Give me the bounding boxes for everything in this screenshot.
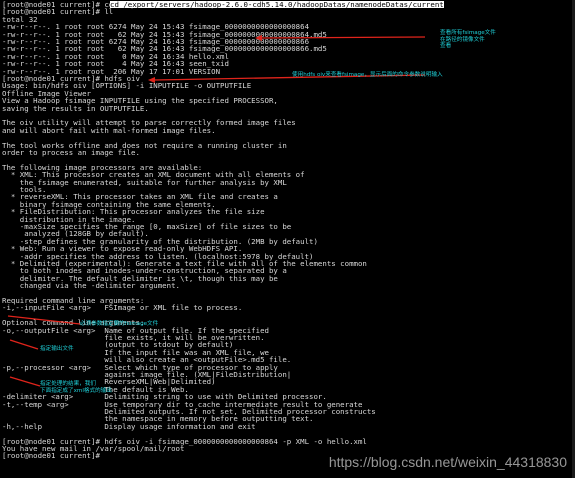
annotation-input-file: 必须参数指定要的fsimage文件 (80, 321, 159, 327)
arrow-1 (261, 36, 426, 39)
annotation-output-file: 指定输出文件 (40, 346, 74, 352)
annotation-arrows (7, 35, 426, 387)
arrowhead-2 (148, 77, 155, 83)
arrowhead-1 (255, 35, 262, 41)
arrow-5 (9, 376, 41, 387)
terminal-window[interactable]: [root@node01 current]# cd /export/server… (0, 0, 575, 478)
arrow-3 (7, 315, 81, 325)
watermark: https://blog.csdn.net/weixin_44318830 (328, 453, 567, 470)
arrow-4 (9, 339, 39, 350)
annotation-fsimage-list: 查看所有fsimage文件 在路径的镜像文件 查看 (440, 30, 496, 50)
annotation-oiv-usage: 使用hdfs oiv来查看fsimage，显示后面的命令参数说明输入 (292, 72, 443, 78)
annotation-processor: 指定处理的结果，我们 下面指定成了xml格式的输出 (40, 381, 112, 394)
